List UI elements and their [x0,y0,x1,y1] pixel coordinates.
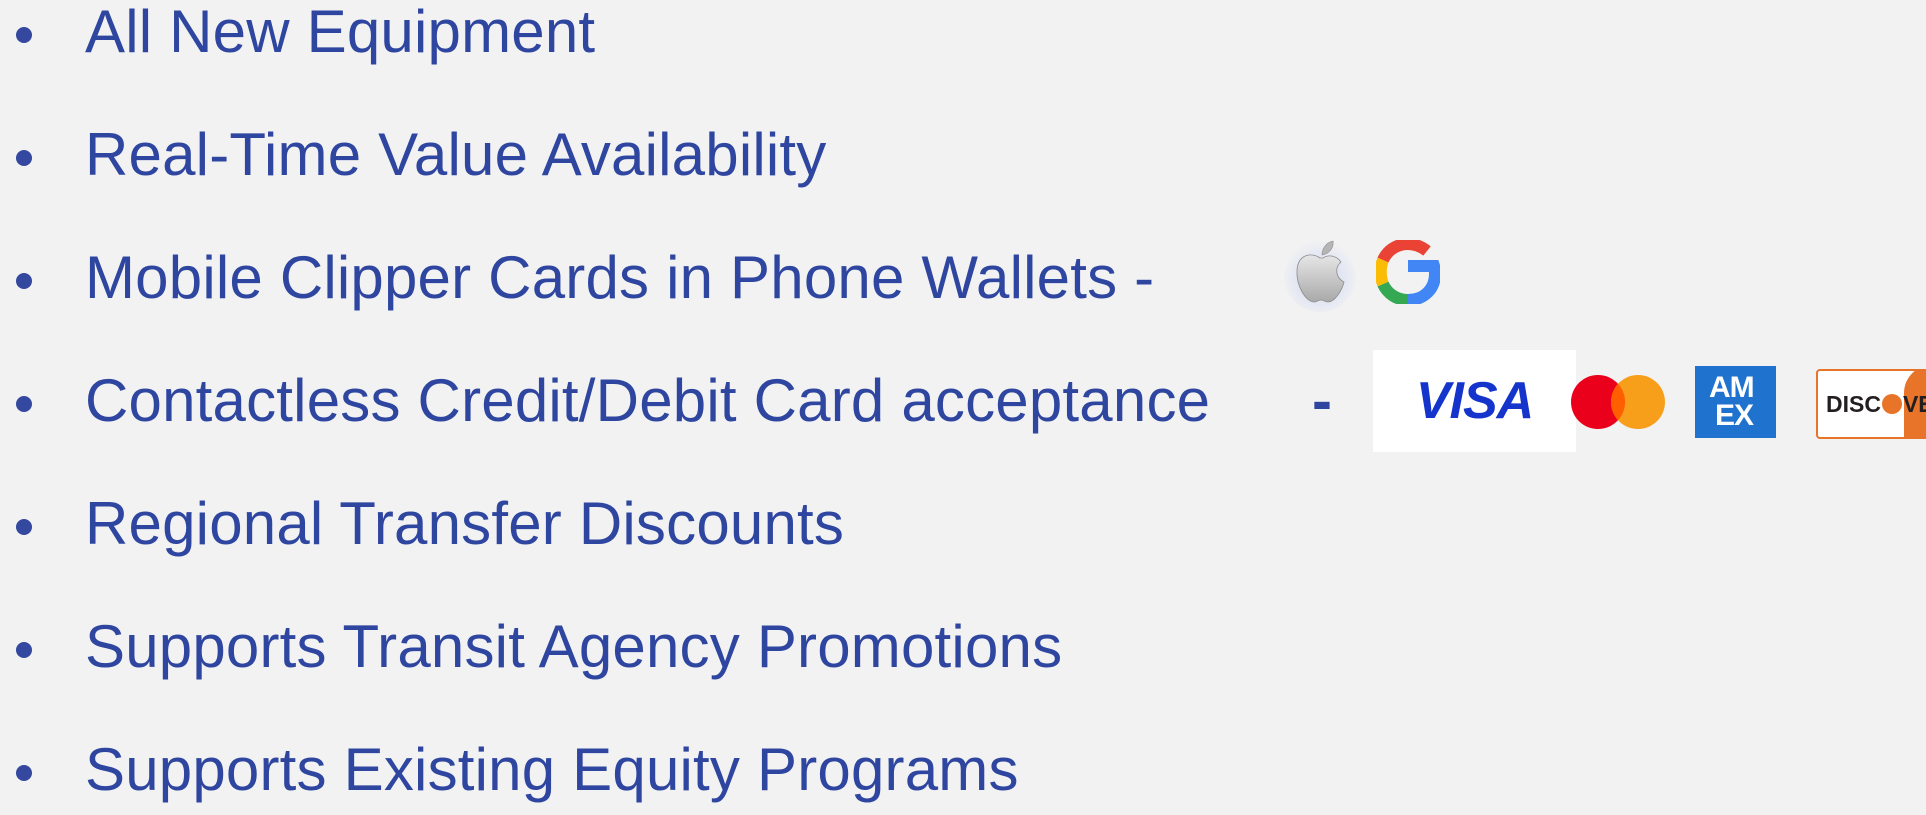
visa-logo: VISA [1373,350,1576,452]
list-item-text: Contactless Credit/Debit Card acceptance [85,367,1211,434]
list-item: Supports Transit Agency Promotions [0,602,1926,692]
list-item: Regional Transfer Discounts [0,479,1926,569]
bullet-icon [16,273,32,289]
amex-line-1: AM [1709,371,1755,404]
list-item-text: Regional Transfer Discounts [85,490,845,557]
list-item: All New Equipment [0,0,1926,77]
bullet-icon [16,150,32,166]
list-item-text: Supports Existing Equity Programs [85,736,1019,803]
google-logo-icon [1374,237,1442,306]
discover-prefix: DISC [1826,391,1881,417]
list-item: Supports Existing Equity Programs [0,725,1926,815]
list-item-dash: - [1312,367,1333,434]
discover-logo: DISC VER [1816,369,1926,439]
bullet-icon [16,27,32,43]
visa-wordmark: VISA [1415,372,1534,430]
mastercard-logo-icon [1568,374,1668,430]
bullet-icon [16,642,32,658]
list-item-text: Real-Time Value Availability [85,121,827,188]
list-item-text: Mobile Clipper Cards in Phone Wallets - [85,244,1155,311]
discover-suffix: VER [1902,391,1926,417]
list-item-text: All New Equipment [85,0,596,65]
list-item-text: Supports Transit Agency Promotions [85,613,1063,680]
bullet-icon [16,765,32,781]
bullet-icon [16,519,32,535]
amex-line-2: EX [1715,399,1754,432]
amex-logo: AM EX [1695,366,1776,438]
list-item: Real-Time Value Availability [0,110,1926,200]
bullet-icon [16,396,32,412]
list-item: Mobile Clipper Cards in Phone Wallets - [0,233,1926,323]
apple-logo-icon [1284,230,1356,312]
discover-o-icon [1881,394,1902,414]
